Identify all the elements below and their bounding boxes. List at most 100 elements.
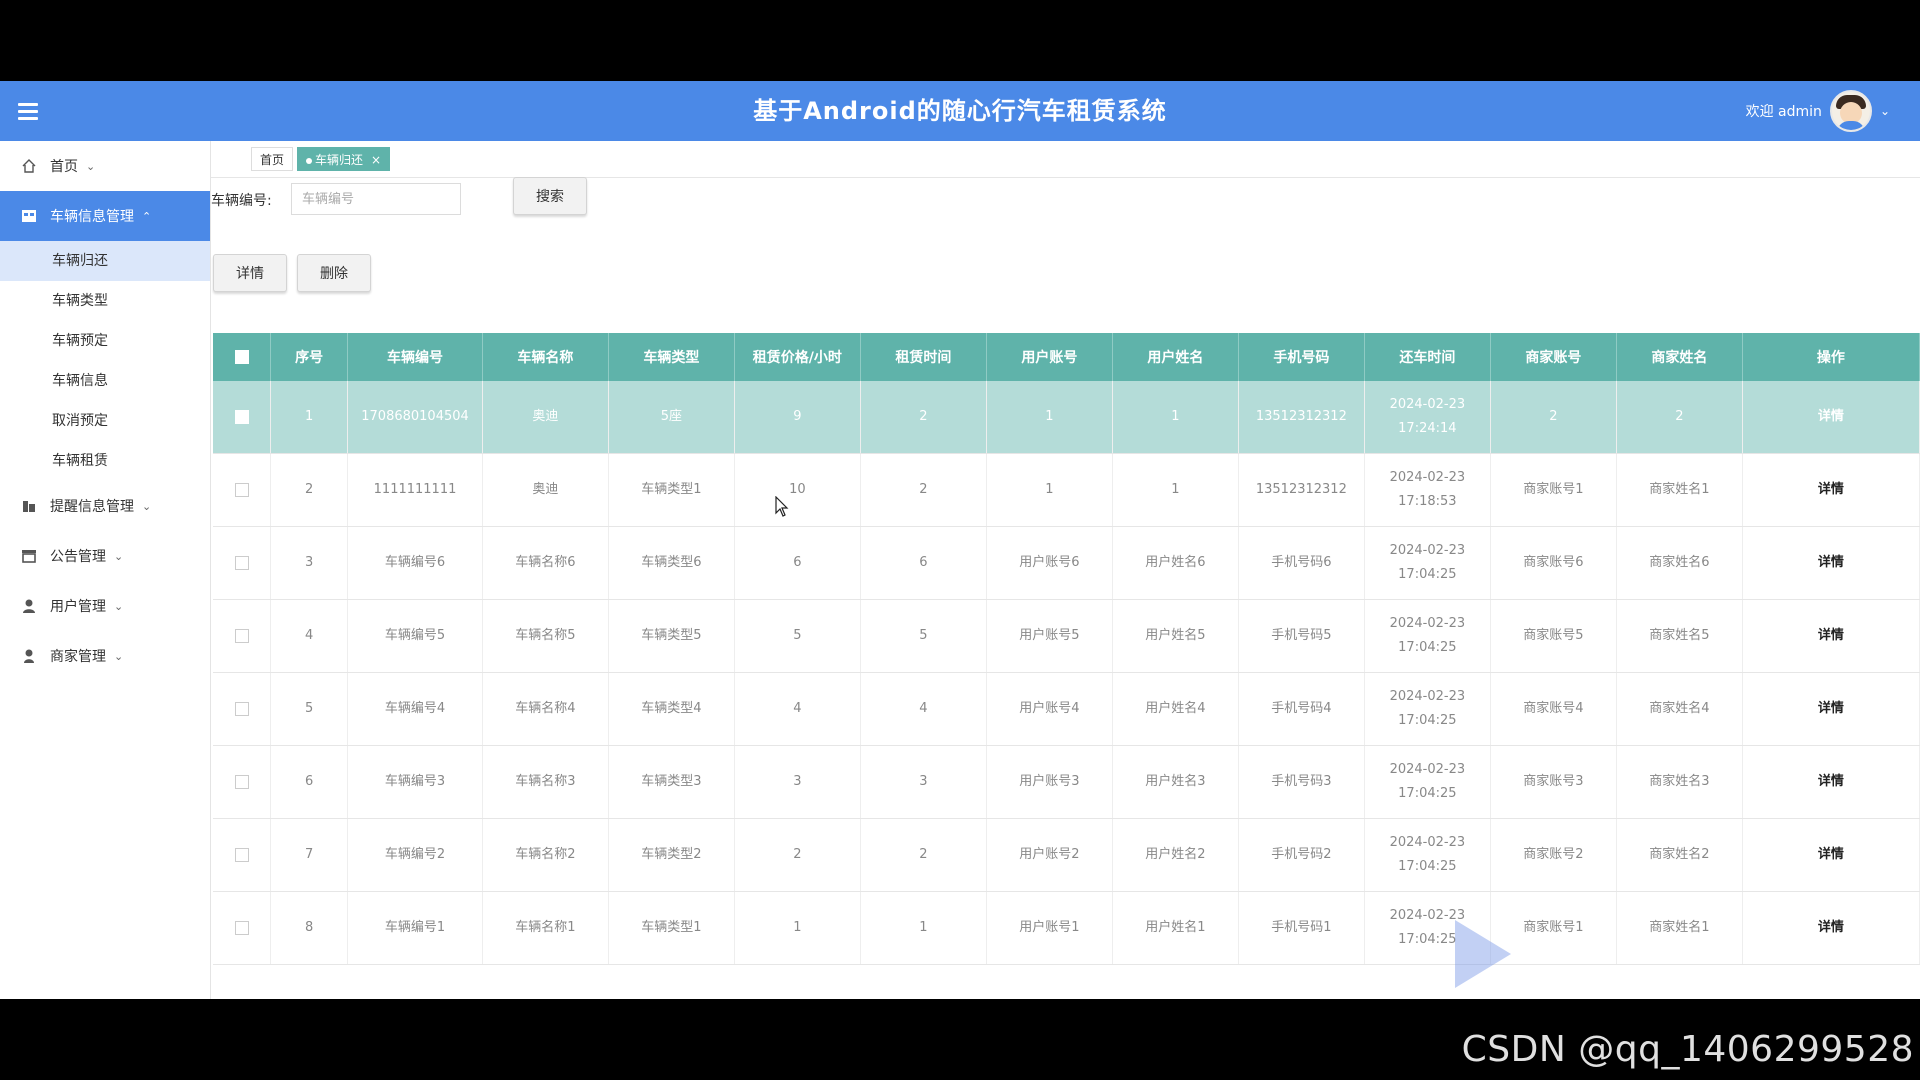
table-row[interactable]: 5 车辆编号4 车辆名称4 车辆类型4 4 4 用户账号4 用户姓名4 手机号码4 2024-02… [213,672,1920,746]
table-cell: 3 [270,526,349,600]
user-menu[interactable]: 欢迎 admin ⌄ [1746,81,1890,141]
table-cell: 1 [986,453,1113,527]
play-overlay-icon [1455,920,1511,988]
car-info-icon [20,207,38,225]
search-button[interactable]: 搜索 [513,177,587,215]
row-checkbox[interactable] [234,555,249,570]
table-row[interactable]: 3 车辆编号6 车辆名称6 车辆类型6 6 6 用户账号6 用户姓名6 手机号码6 2024-02… [213,526,1920,600]
row-checkbox[interactable] [234,774,249,789]
table-cell: 2024-02-23 17:04:25 [1364,818,1491,892]
row-detail-link[interactable]: 详情 [1742,672,1920,746]
tab-vehicle-return[interactable]: 车辆归还 × [297,147,391,171]
sidebar-subitem-rental[interactable]: 车辆租赁 [0,441,210,481]
table-cell: 商家姓名1 [1616,891,1743,965]
table-cell: 用户姓名3 [1112,745,1239,819]
search-input[interactable] [291,183,461,215]
table-cell: 商家账号2 [1490,818,1617,892]
sidebar-item-home[interactable]: 首页 ⌄ [0,141,210,191]
row-select-cell[interactable] [213,672,272,746]
table-cell: 手机号码5 [1238,599,1365,673]
table-row[interactable]: 8 车辆编号1 车辆名称1 车辆类型1 1 1 用户账号1 用户姓名1 手机号码1 2024-02… [213,891,1920,965]
table-cell: 商家姓名2 [1616,818,1743,892]
row-checkbox[interactable] [234,482,249,497]
sidebar-item-merchants[interactable]: 商家管理 ⌄ [0,631,210,681]
table-row[interactable]: 2 1111111111 奥迪 车辆类型1 10 2 1 1 13512312312 2024-0… [213,453,1920,527]
row-detail-link[interactable]: 详情 [1742,453,1920,527]
row-checkbox[interactable] [234,920,249,935]
table-cell: 5 [860,599,987,673]
table-cell: 手机号码1 [1238,891,1365,965]
table-cell: 7 [270,818,349,892]
select-all-cell[interactable] [213,333,272,381]
chevron-down-icon: ⌄ [114,649,124,663]
sidebar-subitem-booking[interactable]: 车辆预定 [0,321,210,361]
chevron-up-icon: ⌃ [142,209,152,223]
sidebar-subitem-cancel[interactable]: 取消预定 [0,401,210,441]
table-cell: 车辆名称2 [482,818,609,892]
sidebar-item-users[interactable]: 用户管理 ⌄ [0,581,210,631]
row-select-cell[interactable] [213,381,272,454]
table-cell: 5 [734,599,861,673]
sidebar-subitem-info[interactable]: 车辆信息 [0,361,210,401]
close-icon[interactable]: × [371,153,381,167]
table-cell: 8 [270,891,349,965]
tab-home[interactable]: 首页 [251,147,294,171]
select-all-checkbox[interactable] [234,350,249,364]
delete-button[interactable]: 删除 [297,254,371,292]
table-cell: 1111111111 [347,453,483,527]
sidebar-subitem-type[interactable]: 车辆类型 [0,281,210,321]
table-cell: 车辆名称1 [482,891,609,965]
table-cell: 6 [270,745,349,819]
table-cell: 手机号码3 [1238,745,1365,819]
detail-button[interactable]: 详情 [213,254,287,292]
row-select-cell[interactable] [213,599,272,673]
row-select-cell[interactable] [213,745,272,819]
row-detail-link[interactable]: 详情 [1742,891,1920,965]
sidebar-item-reminder[interactable]: 提醒信息管理 ⌄ [0,481,210,531]
table-row[interactable]: 4 车辆编号5 车辆名称5 车辆类型5 5 5 用户账号5 用户姓名5 手机号码5 2024-02… [213,599,1920,673]
main-content: 首页 车辆归还 × 车辆编号: 搜索 详情 删除 [211,141,1920,999]
row-detail-link[interactable]: 详情 [1742,599,1920,673]
row-detail-link[interactable]: 详情 [1742,526,1920,600]
column-header: 手机号码 [1238,333,1365,381]
table-cell: 用户账号5 [986,599,1113,673]
table-cell: 奥迪 [482,381,609,454]
row-select-cell[interactable] [213,453,272,527]
table-cell: 10 [734,453,861,527]
table-cell: 1 [1112,453,1239,527]
row-detail-link[interactable]: 详情 [1742,818,1920,892]
row-select-cell[interactable] [213,818,272,892]
row-checkbox[interactable] [234,847,249,862]
row-checkbox[interactable] [234,409,249,424]
sidebar-item-notice[interactable]: 公告管理 ⌄ [0,531,210,581]
row-checkbox[interactable] [234,628,249,643]
notice-icon [20,547,38,565]
table-cell: 商家账号5 [1490,599,1617,673]
sidebar-subitem-return[interactable]: 车辆归还 [0,241,210,281]
row-detail-link[interactable]: 详情 [1742,745,1920,819]
row-detail-link[interactable]: 详情 [1742,381,1920,454]
chevron-down-icon[interactable]: ⌄ [1880,104,1890,118]
chevron-down-icon: ⌄ [114,549,124,563]
row-select-cell[interactable] [213,891,272,965]
tabs-bar: 首页 车辆归还 × [211,141,1920,178]
table-cell: 车辆类型6 [608,526,735,600]
row-checkbox[interactable] [234,701,249,716]
tab-label: 首页 [260,153,285,167]
sidebar-item-vehicle-info[interactable]: 车辆信息管理 ⌃ [0,191,210,241]
table-cell: 车辆名称4 [482,672,609,746]
table-row[interactable]: 6 车辆编号3 车辆名称3 车辆类型3 3 3 用户账号3 用户姓名3 手机号码3 2024-02… [213,745,1920,819]
table-cell: 车辆名称6 [482,526,609,600]
sidebar-item-label: 用户管理 [50,599,106,615]
column-header: 车辆编号 [347,333,483,381]
table-cell: 用户姓名6 [1112,526,1239,600]
row-select-cell[interactable] [213,526,272,600]
table-cell: 2024-02-23 17:04:25 [1364,599,1491,673]
table-row[interactable]: 1 1708680104504 奥迪 5座 9 2 1 1 13512312312 2024-02… [213,381,1920,454]
table-cell: 1 [986,381,1113,454]
avatar[interactable] [1829,90,1872,132]
app-title: 基于Android的随心行汽车租赁系统 [753,97,1167,125]
search-row: 车辆编号: [211,181,1920,221]
table-row[interactable]: 7 车辆编号2 车辆名称2 车辆类型2 2 2 用户账号2 用户姓名2 手机号码2 2024-02… [213,818,1920,892]
table-cell: 6 [734,526,861,600]
